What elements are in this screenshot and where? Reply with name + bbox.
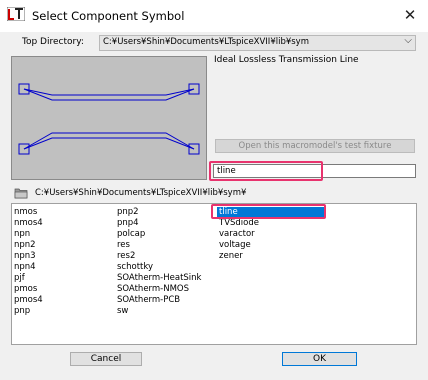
symbol-description: Ideal Lossless Transmission Line bbox=[214, 55, 359, 65]
highlight-box bbox=[209, 161, 323, 181]
list-item[interactable]: npn bbox=[12, 229, 112, 240]
list-item[interactable]: schottky bbox=[115, 262, 215, 273]
highlight-box bbox=[211, 204, 326, 219]
list-item[interactable]: varactor bbox=[217, 229, 325, 240]
list-item[interactable]: pnp2 bbox=[115, 207, 215, 218]
list-item[interactable]: zener bbox=[217, 251, 325, 262]
window-title: Select Component Symbol bbox=[32, 9, 185, 23]
title-bar: Select Component Symbol ✕ bbox=[0, 0, 428, 32]
ok-button[interactable]: OK bbox=[282, 352, 357, 366]
list-item[interactable]: npn2 bbox=[12, 240, 112, 251]
list-item[interactable]: pnp bbox=[12, 306, 112, 317]
folder-icon bbox=[14, 187, 28, 199]
symbol-list[interactable]: nmos nmos4 npn npn2 npn3 npn4 pjf pmos p… bbox=[11, 203, 417, 345]
list-item[interactable]: pnp4 bbox=[115, 218, 215, 229]
list-item[interactable]: nmos4 bbox=[12, 218, 112, 229]
list-item[interactable]: pjf bbox=[12, 273, 112, 284]
list-item[interactable]: nmos bbox=[12, 207, 112, 218]
chevron-down-icon[interactable]: ⌵ bbox=[404, 35, 412, 46]
list-item[interactable]: sw bbox=[115, 306, 215, 317]
list-item[interactable]: voltage bbox=[217, 240, 325, 251]
list-item[interactable]: SOAtherm-NMOS bbox=[115, 284, 215, 295]
cancel-button[interactable]: Cancel bbox=[70, 352, 142, 366]
open-test-fixture-button[interactable]: Open this macromodel's test fixture bbox=[215, 139, 415, 153]
list-item[interactable]: npn3 bbox=[12, 251, 112, 262]
list-item[interactable]: res2 bbox=[115, 251, 215, 262]
list-column: pnp2 pnp4 polcap res res2 schottky SOAth… bbox=[115, 207, 215, 317]
close-button[interactable]: ✕ bbox=[398, 4, 422, 26]
list-item[interactable]: polcap bbox=[115, 229, 215, 240]
current-path: C:¥Users¥Shin¥Documents¥LTspiceXVII¥lib¥… bbox=[35, 188, 247, 198]
top-directory-value: C:¥Users¥Shin¥Documents¥LTspiceXVII¥lib¥… bbox=[103, 37, 309, 47]
tline-symbol-drawing bbox=[18, 83, 200, 155]
list-item[interactable]: pmos4 bbox=[12, 295, 112, 306]
list-item[interactable]: npn4 bbox=[12, 262, 112, 273]
list-item[interactable]: TVSdiode bbox=[217, 218, 325, 229]
list-item[interactable]: SOAtherm-HeatSink bbox=[115, 273, 215, 284]
top-directory-combobox[interactable]: C:¥Users¥Shin¥Documents¥LTspiceXVII¥lib¥… bbox=[99, 35, 416, 51]
symbol-preview bbox=[11, 56, 207, 180]
list-item[interactable]: res bbox=[115, 240, 215, 251]
list-item[interactable]: pmos bbox=[12, 284, 112, 295]
list-item[interactable]: SOAtherm-PCB bbox=[115, 295, 215, 306]
ltspice-app-icon bbox=[6, 6, 26, 22]
list-column: nmos nmos4 npn npn2 npn3 npn4 pjf pmos p… bbox=[12, 207, 112, 317]
top-directory-label: Top Directory: bbox=[22, 37, 84, 47]
